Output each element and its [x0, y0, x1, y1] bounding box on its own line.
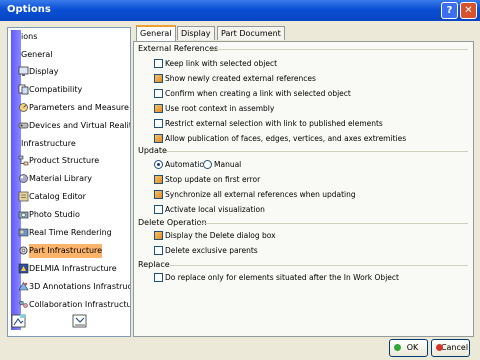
nav-item-label: Part Infrastructure	[29, 244, 103, 258]
radio-automatic-label: Automatic	[165, 160, 204, 169]
nav-item-label: Photo Studio	[29, 210, 80, 219]
cancel-label: Cancel	[440, 343, 469, 352]
category-tree[interactable]: ions General Display Compatibility Param…	[7, 27, 131, 337]
export-settings-icon[interactable]	[72, 313, 88, 329]
radio-manual-label: Manual	[214, 160, 242, 169]
checkbox[interactable]	[154, 134, 163, 143]
window-title: Options	[7, 4, 51, 15]
nav-item-label: Display	[29, 67, 59, 76]
compatibility-icon	[18, 84, 29, 95]
radio-manual[interactable]	[203, 160, 212, 169]
close-button[interactable]: ✕	[460, 2, 477, 19]
nav-item-label: Compatibility	[29, 85, 83, 94]
nav-item-label: Infrastructure	[21, 139, 76, 148]
tab-general[interactable]: General	[136, 25, 176, 42]
nav-item-label: DELMIA Infrastructure	[29, 264, 117, 273]
option-label: Allow publication of faces, edges, verti…	[165, 134, 407, 143]
option-label: Stop update on first error	[165, 175, 261, 184]
section-delete-operation-title: Delete Operation	[138, 218, 207, 227]
title-bar[interactable]: Options ? ✕	[0, 0, 480, 21]
option-label: Show newly created external references	[165, 74, 316, 83]
tab-display[interactable]: Display	[177, 26, 215, 40]
option-label: Keep link with selected object	[165, 59, 278, 68]
section-divider	[164, 151, 468, 152]
product-structure-icon	[18, 155, 29, 166]
checkbox[interactable]	[154, 89, 163, 98]
options-dialog: Options ? ✕ ions General Display Compati…	[0, 0, 480, 360]
part-infrastructure-icon	[19, 246, 28, 255]
ok-button[interactable]: OK	[389, 339, 428, 357]
nav-item-label: ions	[21, 32, 38, 41]
checkbox[interactable]	[154, 231, 163, 240]
section-divider	[210, 49, 468, 50]
parameters-icon	[19, 103, 28, 112]
option-label: Display the Delete dialog box	[165, 231, 276, 240]
ok-icon	[394, 344, 401, 351]
real-time-rendering-icon	[18, 228, 29, 237]
option-label: Confirm when creating a link with select…	[165, 89, 351, 98]
tab-part-document[interactable]: Part Document	[217, 26, 285, 40]
checkbox[interactable]	[154, 205, 163, 214]
checkbox[interactable]	[154, 190, 163, 199]
nav-item-label: Catalog Editor	[29, 192, 86, 201]
section-divider	[200, 223, 468, 224]
option-label: Restrict external selection with link to…	[165, 119, 383, 128]
checkbox[interactable]	[154, 246, 163, 255]
checkbox[interactable]	[154, 175, 163, 184]
option-label: Activate local visualization	[165, 205, 265, 214]
ok-label: OK	[406, 343, 419, 352]
option-label: Use root context in assembly	[165, 104, 275, 113]
option-label: Do replace only for elements situated af…	[165, 273, 399, 282]
checkbox[interactable]	[154, 273, 163, 282]
delmia-icon	[18, 263, 29, 274]
option-label: Synchronize all external references when…	[165, 190, 356, 199]
nav-item-label: General	[21, 50, 53, 59]
checkbox[interactable]	[154, 104, 163, 113]
checkbox[interactable]	[154, 74, 163, 83]
section-replace-title: Replace	[138, 260, 170, 269]
nav-item-label: 3D Annotations Infrastructure	[29, 282, 131, 291]
collaboration-icon	[19, 300, 28, 308]
import-settings-icon[interactable]	[11, 313, 27, 329]
section-update-title: Update	[138, 146, 167, 155]
section-divider	[170, 265, 468, 266]
tree-toolbar	[6, 313, 126, 331]
radio-automatic[interactable]	[154, 160, 163, 169]
material-library-icon	[19, 174, 28, 183]
display-icon	[18, 66, 29, 76]
photo-studio-icon	[18, 211, 29, 219]
cancel-icon	[436, 344, 443, 351]
nav-item-label: Parameters and Measure	[29, 103, 129, 112]
devices-icon	[18, 122, 29, 129]
option-label: Delete exclusive parents	[165, 246, 258, 255]
section-external-references-title: External References	[138, 44, 219, 53]
nav-item-label: Real Time Rendering	[29, 228, 112, 237]
catalog-editor-icon	[18, 191, 29, 202]
cancel-button[interactable]: Cancel	[431, 339, 470, 357]
nav-item-label: Material Library	[29, 174, 93, 183]
nav-item-label: Product Structure	[29, 156, 100, 165]
general-tab-panel: External References Keep link with selec…	[133, 41, 474, 337]
annotations-icon	[18, 281, 29, 291]
checkbox[interactable]	[154, 59, 163, 68]
checkbox[interactable]	[154, 119, 163, 128]
help-button[interactable]: ?	[441, 2, 458, 19]
nav-item-label: Devices and Virtual Reality	[29, 121, 131, 130]
nav-item-label: Collaboration Infrastructure	[29, 300, 131, 309]
